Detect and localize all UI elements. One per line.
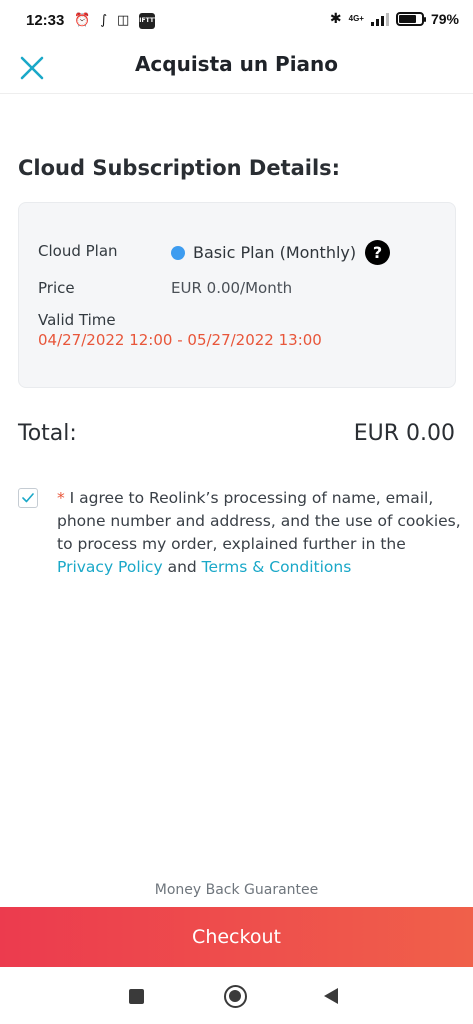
- privacy-policy-link[interactable]: Privacy Policy: [57, 558, 163, 576]
- recents-button[interactable]: [129, 989, 144, 1004]
- page-title: Acquista un Piano: [134, 52, 339, 76]
- checkout-button[interactable]: Checkout: [0, 907, 473, 967]
- battery-percent: 79%: [430, 11, 459, 27]
- valid-time-label: Valid Time: [38, 311, 116, 329]
- status-bar: 12:33 ⏰ ∫ ◫ IFTTT ✱ 4G+ 79%: [0, 0, 473, 44]
- battery-fill: [398, 15, 417, 23]
- reolink-icon: ∫: [100, 13, 107, 28]
- alarm-icon: ⏰: [74, 13, 91, 28]
- home-button[interactable]: [224, 985, 247, 1008]
- valid-time-range: 04/27/2022 12:00 - 05/27/2022 13:00: [38, 331, 322, 349]
- network-type-icon: 4G+: [348, 14, 364, 23]
- system-nav-bar: [0, 967, 473, 1024]
- plan-name: Basic Plan (Monthly): [193, 243, 357, 262]
- train-icon: ◫: [116, 13, 130, 28]
- terms-conditions-link[interactable]: Terms & Conditions: [202, 558, 352, 576]
- notification-icons: ⏰ ∫ ◫ IFTTT: [74, 12, 158, 30]
- agreement-and: and: [162, 558, 202, 576]
- price-value: EUR 0.00/Month: [171, 279, 293, 297]
- agreement-body: I agree to Reolink’s processing of name,…: [57, 489, 461, 553]
- bluetooth-icon: ✱: [329, 11, 342, 27]
- status-time: 12:33: [26, 12, 65, 29]
- back-button[interactable]: [324, 988, 338, 1004]
- money-back-guarantee: Money Back Guarantee: [154, 882, 319, 898]
- help-icon[interactable]: ?: [365, 240, 390, 265]
- agreement-text: * I agree to Reolink’s processing of nam…: [57, 487, 461, 579]
- ifttt-icon: IFTTT: [139, 13, 158, 29]
- signal-icon: [370, 12, 389, 26]
- agreement-checkbox[interactable]: [18, 488, 38, 508]
- subscription-details-card: Cloud Plan Basic Plan (Monthly) ? Price …: [18, 202, 456, 388]
- battery-icon: [395, 12, 426, 26]
- plan-color-dot: [171, 246, 185, 260]
- check-icon: [22, 493, 34, 503]
- required-mark: *: [57, 489, 65, 507]
- total-label: Total:: [18, 421, 77, 446]
- app-header: Acquista un Piano: [0, 44, 473, 94]
- price-label: Price: [38, 279, 75, 297]
- system-icons: ✱ 4G+ 79%: [330, 11, 459, 27]
- total-value: EUR 0.00: [353, 421, 455, 446]
- cloud-plan-label: Cloud Plan: [38, 242, 118, 260]
- section-title: Cloud Subscription Details:: [18, 156, 341, 180]
